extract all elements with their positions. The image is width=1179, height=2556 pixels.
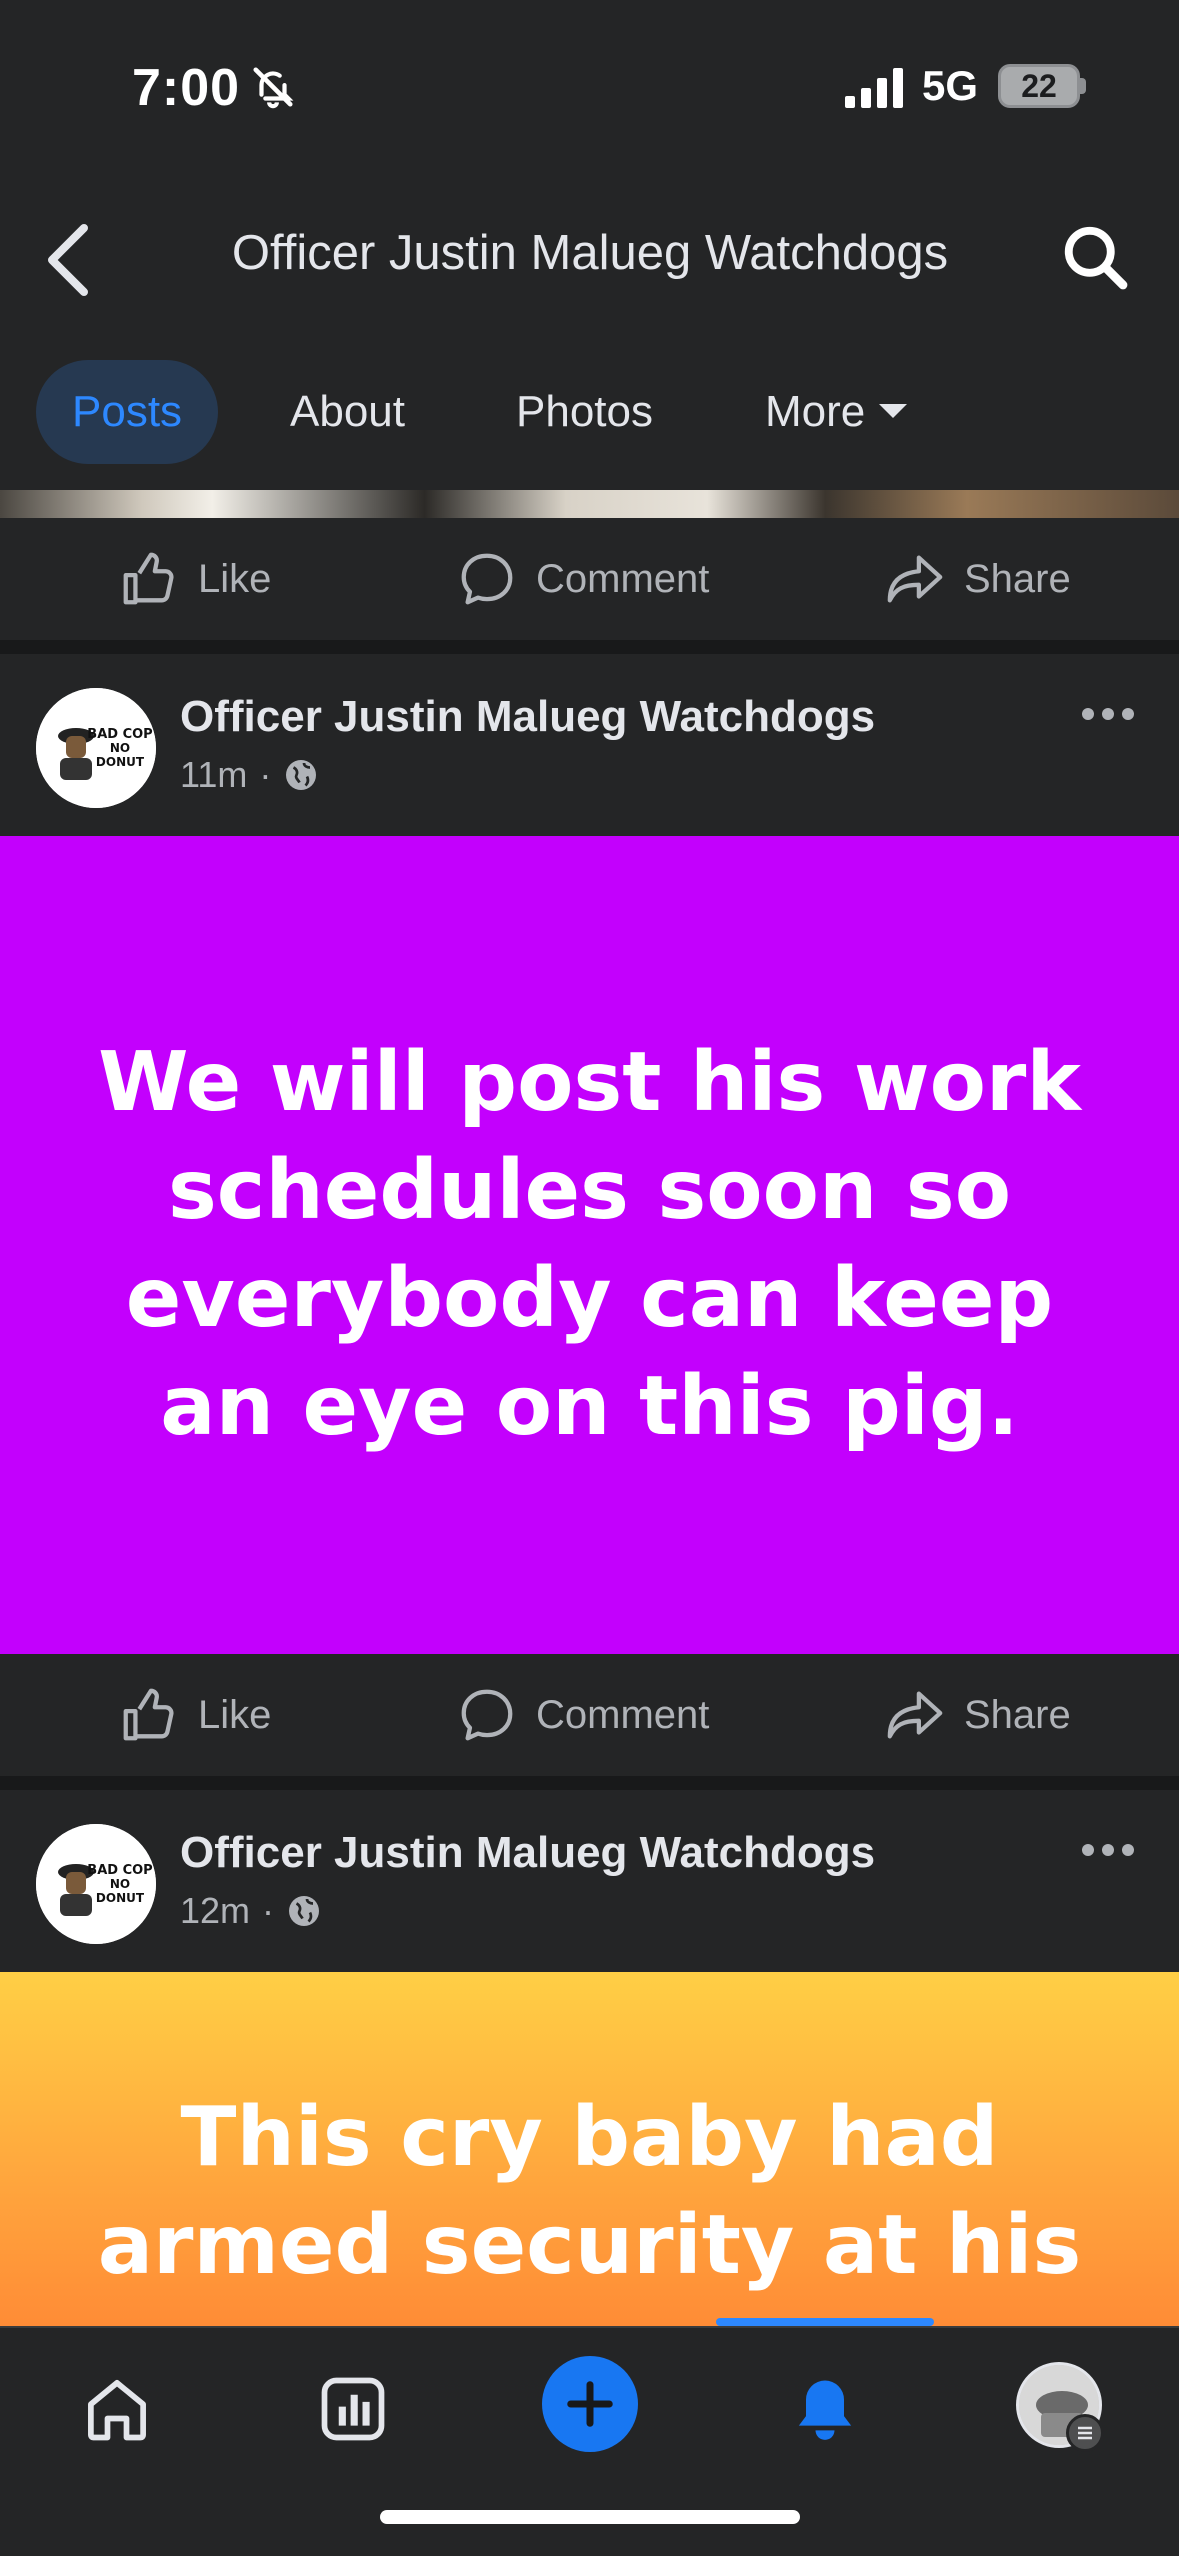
feed-divider [0,1776,1179,1790]
like-label: Like [198,1692,272,1737]
post-actions: Like Comment Share [0,1654,1179,1776]
avatar-text-1: BAD COP [87,727,152,742]
caret-down-icon [879,404,908,419]
tab-more-label: More [765,387,866,436]
nav-home[interactable] [72,2364,162,2454]
post-meta: 12m · [180,1890,322,1932]
avatar-text-1: BAD COP [87,1863,152,1878]
tab-about[interactable]: About [290,360,405,464]
chart-icon [321,2377,385,2441]
share-label: Share [964,556,1071,601]
avatar-logo-icon: BAD COP NO DONUT [36,688,156,808]
post-actions: Like Comment Share [0,518,1179,640]
post-header: BAD COP NO DONUT Officer Justin Malueg W… [0,654,1179,838]
like-label: Like [198,556,272,601]
create-button[interactable] [542,2356,638,2452]
share-button[interactable]: Share [884,518,1071,640]
share-label: Share [964,1692,1071,1737]
avatar-text-2: NO [110,1877,130,1891]
tab-posts[interactable]: Posts [36,360,219,464]
home-icon [88,2380,146,2441]
page-avatar[interactable]: BAD COP NO DONUT [36,688,156,808]
meta-separator: · [259,754,272,795]
avatar-text-2: NO [110,741,130,755]
post-text: We will post his work schedules soon so … [98,1035,1081,1454]
like-button[interactable]: Like [118,1654,271,1776]
comment-bubble-icon [461,1689,513,1741]
post-time[interactable]: 11m [180,754,247,796]
post-meta: 11m · [180,754,319,796]
post-header: BAD COP NO DONUT Officer Justin Malueg W… [0,1790,1179,1974]
like-button[interactable]: Like [118,518,271,640]
globe-icon [286,760,317,790]
page-header: Officer Justin Malueg Watchdogs [0,160,1179,350]
chevron-left-icon[interactable] [40,220,100,300]
post-author[interactable]: Officer Justin Malueg Watchdogs [180,692,875,742]
post-photo-fragment[interactable] [0,490,1179,518]
post-time[interactable]: 12m [180,1890,250,1932]
comment-button[interactable]: Comment [456,1654,709,1776]
page-title: Officer Justin Malueg Watchdogs [231,226,949,280]
comment-label: Comment [536,556,710,601]
nav-notifications[interactable] [780,2364,870,2454]
post-options-button[interactable] [1082,1838,1142,1862]
comment-bubble-icon [461,553,513,605]
avatar-text-3: DONUT [96,755,145,769]
home-indicator [380,2510,800,2524]
globe-icon [289,1896,320,1926]
page-avatar[interactable]: BAD COP NO DONUT [36,1824,156,1944]
page-tabs: Posts About Photos More [0,350,1179,490]
tab-more[interactable]: More [765,360,908,464]
bell-muted-icon [253,67,294,109]
post-text-background[interactable]: This cry baby had armed security at his [0,1972,1179,2326]
menu-badge-icon[interactable] [1066,2414,1104,2452]
feed-divider [0,640,1179,654]
signal-icon [845,68,903,108]
share-button[interactable]: Share [884,1654,1071,1776]
nav-dashboard[interactable] [308,2364,398,2454]
network-label: 5G [922,62,979,109]
avatar-text-3: DONUT [96,1891,145,1905]
comment-button[interactable]: Comment [456,518,709,640]
share-arrow-icon [887,555,943,603]
thumbs-up-icon [123,1688,174,1741]
search-icon[interactable] [1060,222,1130,292]
post-text: This cry baby had armed security at his [97,2090,1082,2293]
status-time: 7:00 [132,59,241,117]
post-text-background[interactable]: We will post his work schedules soon so … [0,836,1179,1654]
tab-photos[interactable]: Photos [516,360,653,464]
thumbs-up-icon [123,552,174,605]
nav-active-indicator [716,2318,934,2326]
bell-icon [798,2380,852,2440]
battery-icon: 22 [998,64,1080,108]
share-arrow-icon [887,1691,943,1739]
comment-label: Comment [536,1692,710,1737]
meta-separator: · [262,1890,275,1931]
plus-icon [567,2381,613,2427]
battery-tip [1080,78,1086,94]
avatar-logo-icon: BAD COP NO DONUT [36,1824,156,1944]
post-options-button[interactable] [1082,702,1142,726]
status-bar: 7:00 5G 22 [0,0,1179,160]
post-author[interactable]: Officer Justin Malueg Watchdogs [180,1828,875,1878]
